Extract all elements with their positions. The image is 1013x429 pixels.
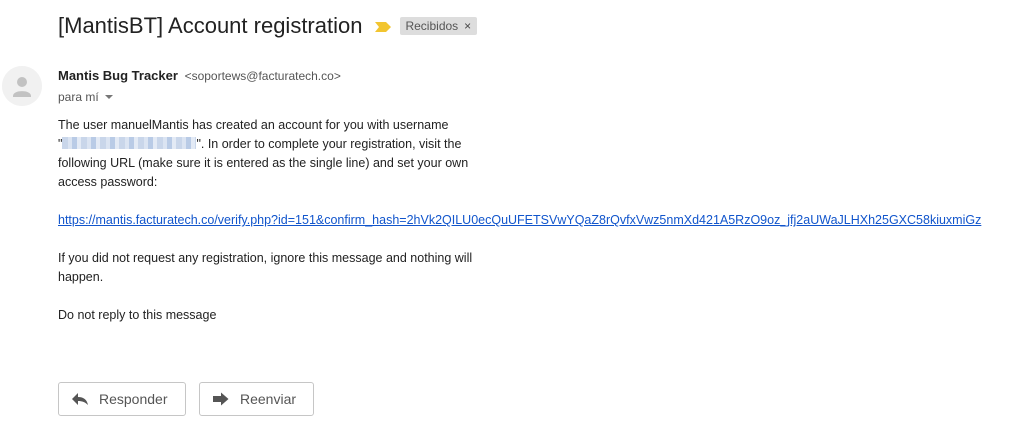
- sender-avatar[interactable]: [2, 66, 42, 106]
- body-paragraph: Do not reply to this message: [58, 306, 1013, 325]
- label-chip-text: Recibidos: [405, 19, 459, 33]
- person-icon: [2, 66, 42, 106]
- email-body: The user manuelMantis has created an acc…: [58, 116, 1013, 344]
- body-line: " ". In order to complete your registrati…: [58, 135, 1013, 154]
- redacted-username: [62, 137, 197, 149]
- label-chip-remove-icon[interactable]: ×: [464, 19, 471, 33]
- body-paragraph: If you did not request any registration,…: [58, 249, 1013, 287]
- reply-button[interactable]: Responder: [58, 382, 186, 416]
- email-subject: [MantisBT] Account registration: [58, 13, 363, 38]
- body-line: following URL (make sure it is entered a…: [58, 156, 469, 170]
- forward-button-label: Reenviar: [240, 391, 297, 407]
- body-paragraph: https://mantis.facturatech.co/verify.php…: [58, 211, 1013, 230]
- body-line: If you did not request any registration,…: [58, 251, 473, 265]
- chevron-down-icon[interactable]: [104, 95, 113, 99]
- body-line-text: ". In order to complete your registratio…: [196, 137, 462, 151]
- reply-button-label: Responder: [99, 391, 168, 407]
- recipient-details-toggle[interactable]: para mí: [58, 90, 113, 104]
- body-line: Do not reply to this message: [58, 308, 217, 322]
- reply-actions: Responder Reenviar: [58, 382, 314, 416]
- reply-icon: [72, 393, 88, 405]
- sender-email: <soportews@facturatech.co>: [184, 69, 341, 83]
- email-view: [MantisBT] Account registration Recibido…: [0, 0, 1013, 429]
- sender-row: Mantis Bug Tracker <soportews@facturatec…: [58, 68, 341, 83]
- verify-link[interactable]: https://mantis.facturatech.co/verify.php…: [58, 213, 981, 227]
- body-line: access password:: [58, 175, 158, 189]
- body-line: The user manuelMantis has created an acc…: [58, 118, 449, 132]
- forward-icon: [213, 392, 229, 406]
- subject-row: [MantisBT] Account registration Recibido…: [58, 10, 478, 42]
- label-chip-inbox[interactable]: Recibidos ×: [400, 17, 478, 35]
- sender-name[interactable]: Mantis Bug Tracker: [58, 68, 178, 83]
- body-paragraph: The user manuelMantis has created an acc…: [58, 116, 1013, 192]
- body-line: happen.: [58, 270, 104, 284]
- forward-button[interactable]: Reenviar: [199, 382, 314, 416]
- importance-marker-icon[interactable]: [374, 20, 392, 32]
- recipient-label: para mí: [58, 90, 99, 104]
